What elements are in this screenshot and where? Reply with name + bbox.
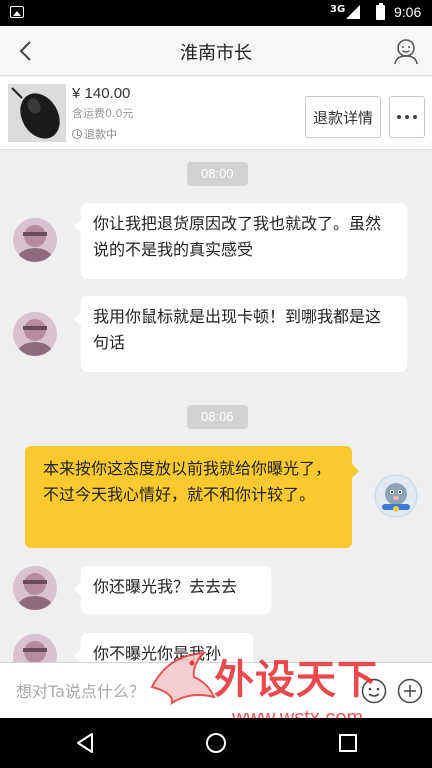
- chat-title: 淮南市长: [180, 43, 252, 64]
- clock-icon: [72, 129, 82, 139]
- message-input-bar: [0, 662, 432, 718]
- chat-header: 淮南市长: [0, 26, 432, 76]
- message-timestamp: 08:06: [187, 405, 248, 429]
- message-bubble: 你让我把退货原因改了我也就改了。虽然说的不是我的真实感受: [74, 203, 407, 279]
- user-profile-icon[interactable]: [392, 37, 420, 65]
- seller-avatar-image: [13, 566, 57, 610]
- mouse-product-image: [8, 84, 66, 142]
- clock-time: 9:06: [394, 4, 422, 20]
- order-price: ¥ 140.00: [72, 85, 131, 102]
- avatar[interactable]: [13, 566, 57, 610]
- refund-details-button[interactable]: 退款详情: [305, 96, 381, 138]
- message-timestamp: 08:00: [187, 162, 248, 186]
- battery-icon: [376, 3, 385, 20]
- network-type: 3G: [330, 4, 346, 15]
- seller-avatar-image: [13, 312, 57, 356]
- refund-status: 退款中: [72, 126, 117, 142]
- signal-icon: [346, 5, 360, 19]
- status-bar: 3G 9:06: [0, 0, 432, 26]
- shipping-note: 含运费0.0元: [72, 107, 134, 120]
- home-circle-icon[interactable]: [203, 730, 229, 756]
- system-nav-bar: [0, 718, 432, 768]
- seal-avatar-icon: [374, 474, 418, 518]
- message-bubble: 你还曝光我？去去去: [74, 566, 271, 614]
- back-triangle-icon[interactable]: [72, 730, 98, 756]
- message-bubble: 我用你鼠标就是出现卡顿！到哪我都是这句话: [74, 296, 407, 372]
- more-dots-icon: [397, 115, 417, 119]
- refund-status-label: 退款中: [84, 128, 117, 141]
- order-info-bar: ¥ 140.00 含运费0.0元 退款中 退款详情: [0, 77, 432, 150]
- avatar[interactable]: [13, 218, 57, 262]
- plus-circle-icon[interactable]: [397, 678, 423, 704]
- my-avatar[interactable]: [374, 474, 418, 518]
- recents-square-icon[interactable]: [335, 730, 361, 756]
- emoji-icon[interactable]: [361, 678, 387, 704]
- avatar[interactable]: [13, 312, 57, 356]
- product-thumbnail[interactable]: [8, 84, 66, 142]
- my-message-bubble: 本来按你这态度放以前我就给你曝光了，不过今天我心情好，就不和你计较了。: [25, 446, 359, 548]
- seller-avatar-image: [13, 218, 57, 262]
- picture-icon: [10, 6, 24, 18]
- more-button[interactable]: [389, 96, 425, 138]
- message-input[interactable]: [16, 677, 336, 705]
